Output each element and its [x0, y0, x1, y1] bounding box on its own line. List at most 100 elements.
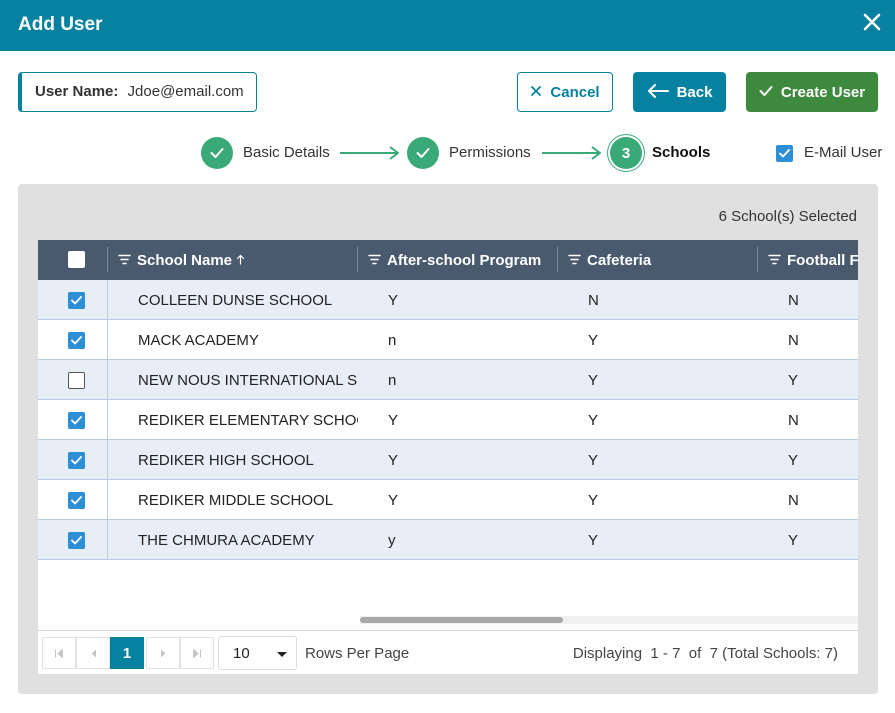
row-checkbox-cell [38, 520, 108, 560]
table-cell: N [588, 291, 599, 309]
row-checkbox-cell [38, 440, 108, 480]
create-user-button-label: Create User [780, 83, 866, 101]
rows-per-page-value: 10 [233, 645, 250, 662]
close-icon[interactable] [861, 11, 883, 33]
email-user-label: E-Mail User [804, 144, 883, 161]
filter-icon[interactable] [368, 252, 381, 269]
table-row[interactable]: NEW NOUS INTERNATIONAL S... n Y Y [38, 360, 858, 400]
table-cell: Y [388, 291, 399, 309]
back-button[interactable]: Back [633, 72, 726, 112]
user-name-field: User Name: Jdoe@email.com [18, 72, 257, 112]
school-name-cell: THE CHMURA ACADEMY [138, 531, 315, 549]
table-cell: N [788, 411, 799, 429]
step-permissions-label: Permissions [449, 144, 531, 161]
previous-page-icon[interactable] [76, 637, 110, 669]
first-page-icon[interactable] [42, 637, 76, 669]
school-name-cell: REDIKER ELEMENTARY SCHOOL [138, 411, 358, 429]
scrollbar-thumb[interactable] [360, 617, 563, 623]
step-basic-details-check-icon [201, 137, 233, 169]
row-checkbox[interactable] [68, 372, 85, 389]
grid-header: School Name After-school Program Cafeter… [38, 240, 858, 280]
next-page-icon[interactable] [146, 637, 180, 669]
table-cell: y [388, 531, 396, 549]
step-basic-details-label: Basic Details [243, 144, 330, 161]
row-checkbox[interactable] [68, 412, 85, 429]
create-user-button[interactable]: Create User [746, 72, 878, 112]
horizontal-scrollbar[interactable] [360, 616, 858, 624]
display-summary: Displaying 1 - 7 of 7 (Total Schools: 7) [572, 645, 838, 662]
column-divider [557, 247, 558, 272]
table-cell: N [788, 331, 799, 349]
add-user-dialog: Add User User Name: Jdoe@email.com Cance… [0, 0, 895, 713]
column-header-label: After-school Program [387, 251, 542, 269]
table-cell: N [788, 491, 799, 509]
rows-per-page-label: Rows Per Page [305, 645, 410, 662]
step-arrow-icon [542, 146, 601, 160]
table-cell: Y [788, 451, 799, 469]
row-checkbox-cell [38, 360, 108, 400]
table-cell: Y [388, 451, 399, 469]
cancel-button[interactable]: Cancel [517, 72, 613, 112]
table-cell: Y [788, 371, 799, 389]
table-row[interactable]: COLLEEN DUNSE SCHOOL Y N N [38, 280, 858, 320]
column-divider [357, 247, 358, 272]
table-cell: Y [588, 331, 599, 349]
user-name-label: User Name: [35, 83, 119, 100]
filter-icon[interactable] [768, 252, 781, 269]
filter-icon[interactable] [568, 252, 581, 269]
column-divider [757, 247, 758, 272]
school-name-cell: MACK ACADEMY [138, 331, 259, 349]
arrow-left-icon [647, 83, 669, 101]
dialog-header: Add User [0, 0, 895, 51]
row-checkbox[interactable] [68, 292, 85, 309]
close-icon [530, 85, 542, 100]
row-checkbox-cell [38, 480, 108, 520]
row-checkbox-cell [38, 280, 108, 320]
row-checkbox[interactable] [68, 452, 85, 469]
table-row[interactable]: REDIKER HIGH SCHOOL Y Y Y [38, 440, 858, 480]
column-header-cafeteria[interactable]: Cafeteria [568, 240, 651, 280]
row-checkbox[interactable] [68, 492, 85, 509]
back-button-label: Back [676, 83, 713, 101]
filter-icon[interactable] [118, 252, 131, 269]
chevron-down-icon [277, 652, 287, 657]
page-number-button[interactable]: 1 [110, 637, 144, 669]
user-name-value: Jdoe@email.com [127, 83, 244, 100]
last-page-icon[interactable] [180, 637, 214, 669]
step-permissions-check-icon [407, 137, 439, 169]
table-row[interactable]: REDIKER ELEMENTARY SCHOOL Y Y N [38, 400, 858, 440]
step-arrow-icon [340, 146, 399, 160]
pagination-bar: 1 10 Rows Per Page Displaying 1 - 7 of 7… [38, 630, 858, 674]
check-icon [759, 85, 773, 100]
schools-panel: 6 School(s) Selected School Name After-s… [18, 184, 878, 694]
column-header-label: School Name [137, 251, 233, 269]
table-cell: Y [388, 411, 399, 429]
table-cell: Y [588, 491, 599, 509]
table-cell: n [388, 371, 397, 389]
row-checkbox-cell [38, 400, 108, 440]
column-header-label: Cafeteria [587, 251, 652, 269]
column-header-after-school-program[interactable]: After-school Program [368, 240, 541, 280]
column-divider [107, 247, 108, 272]
schools-grid: School Name After-school Program Cafeter… [38, 240, 858, 674]
table-row[interactable]: REDIKER MIDDLE SCHOOL Y Y N [38, 480, 858, 520]
table-row[interactable]: MACK ACADEMY n Y N [38, 320, 858, 360]
select-all-checkbox[interactable] [68, 251, 85, 268]
row-checkbox[interactable] [68, 332, 85, 349]
row-checkbox[interactable] [68, 532, 85, 549]
school-name-cell: COLLEEN DUNSE SCHOOL [138, 291, 333, 309]
column-header-football-field[interactable]: Football F [768, 240, 858, 280]
school-name-cell: NEW NOUS INTERNATIONAL S... [138, 371, 358, 389]
step-schools-number: 3 [610, 137, 642, 169]
rows-per-page-select[interactable]: 10 [218, 636, 297, 670]
email-user-checkbox[interactable] [776, 145, 793, 162]
school-name-cell: REDIKER MIDDLE SCHOOL [138, 491, 334, 509]
table-row[interactable]: THE CHMURA ACADEMY y Y Y [38, 520, 858, 560]
school-name-cell: REDIKER HIGH SCHOOL [138, 451, 314, 469]
column-header-label: Football F [787, 251, 858, 269]
column-header-school-name[interactable]: School Name [118, 240, 245, 280]
table-cell: N [788, 291, 799, 309]
table-cell: n [388, 331, 397, 349]
table-cell: Y [588, 451, 599, 469]
table-cell: Y [588, 531, 599, 549]
